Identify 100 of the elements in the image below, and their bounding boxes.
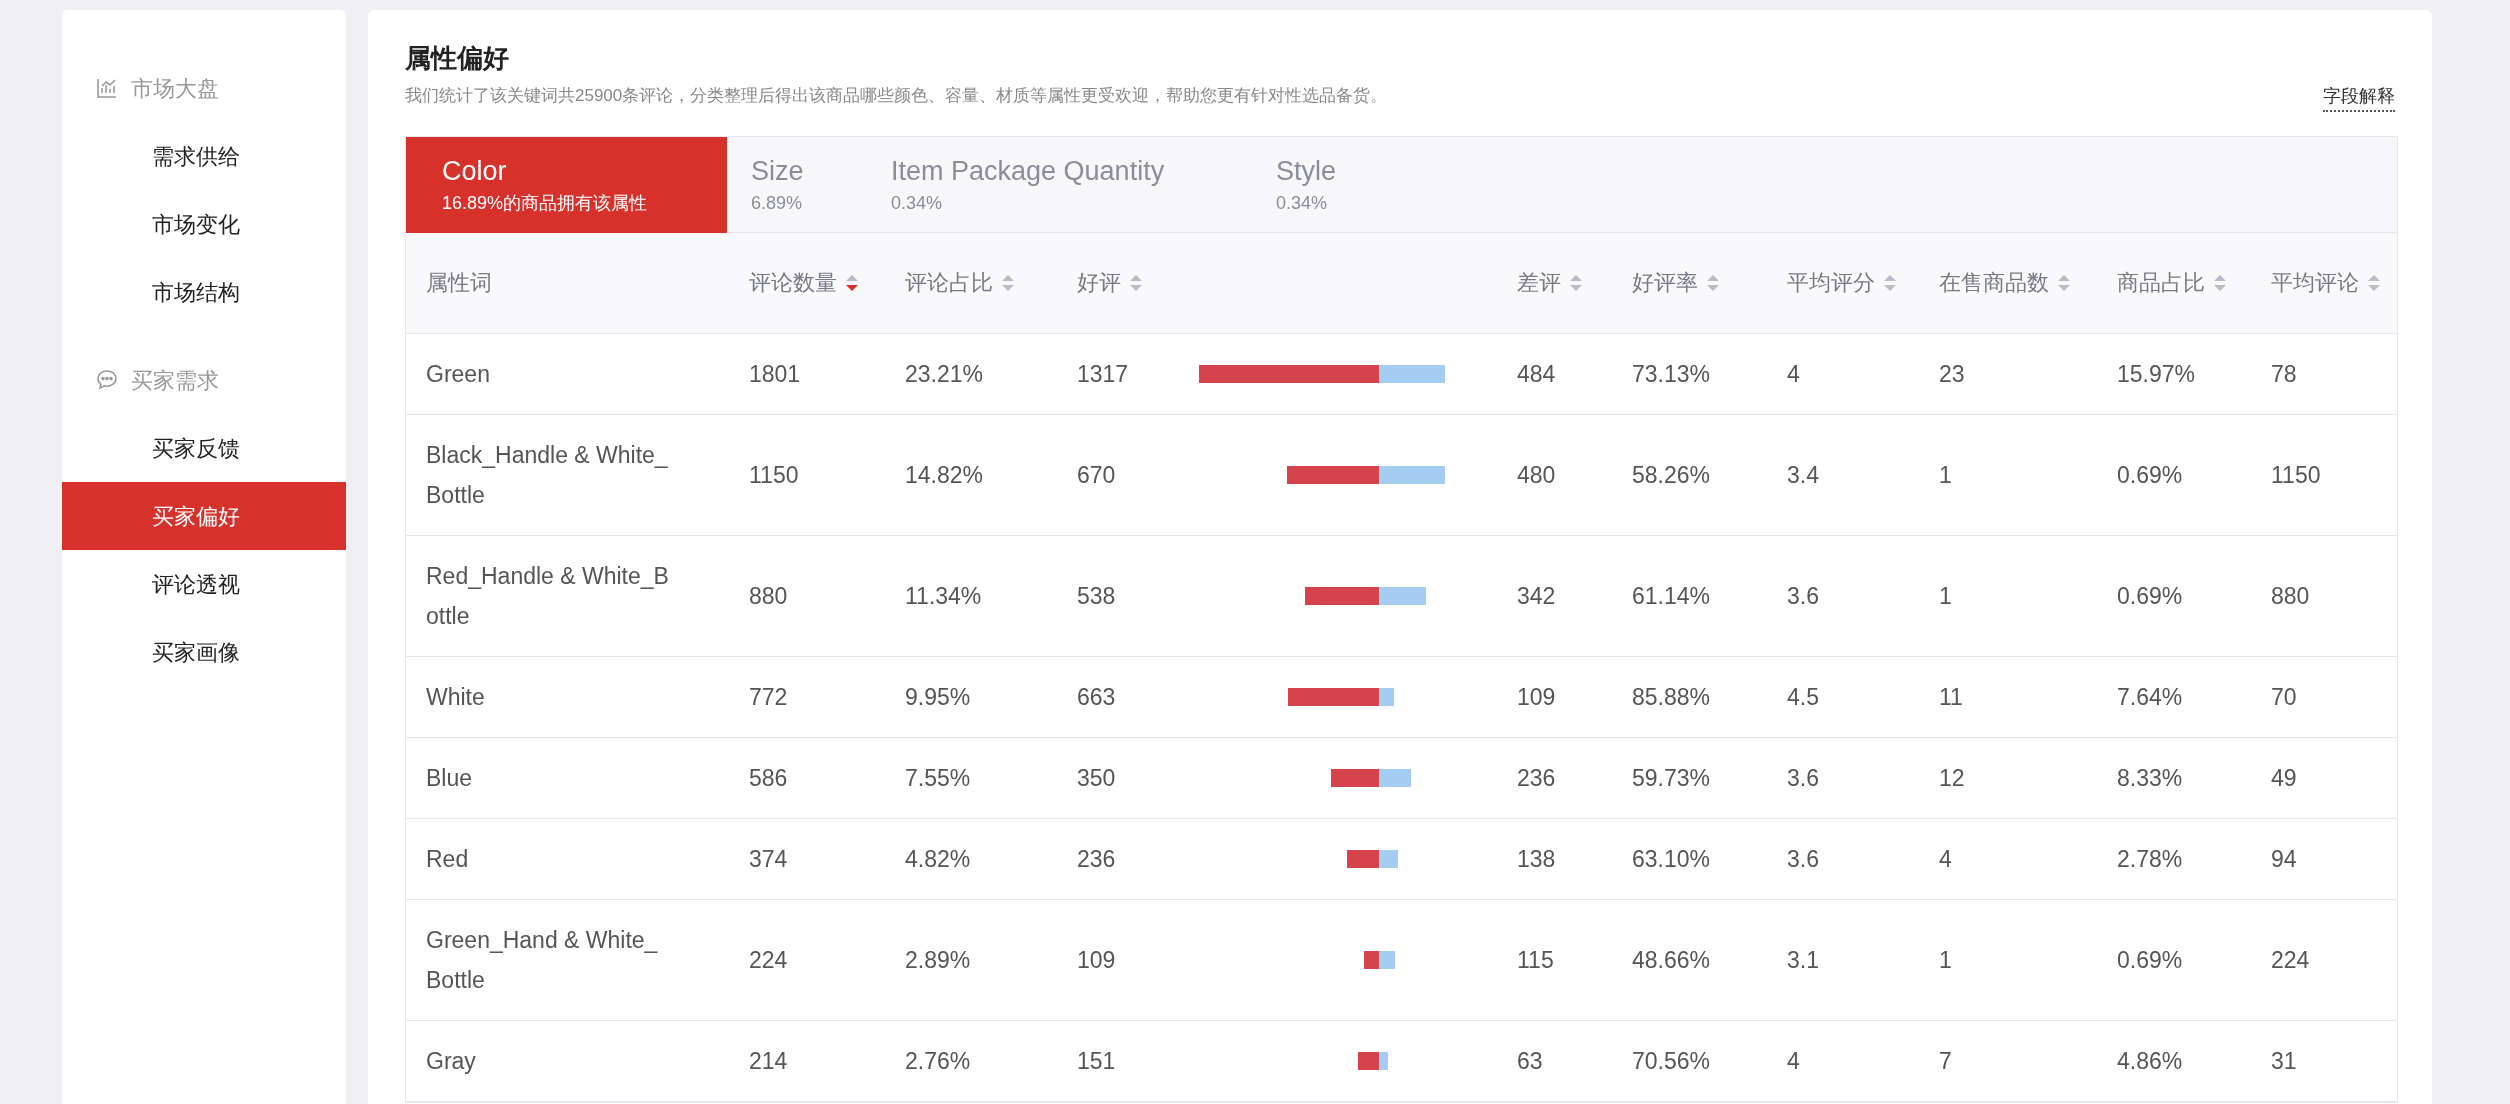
attribute-tab[interactable]: Color 16.89%的商品拥有该属性 <box>406 137 727 233</box>
table-cell-text: 4 <box>1786 359 1801 389</box>
table-cell-text: 85.88% <box>1631 682 1711 712</box>
sidebar-item[interactable]: 市场结构 <box>62 258 346 326</box>
table-cell-text: 7 <box>1938 1046 1953 1076</box>
table-cell-text: 61.14% <box>1631 581 1711 611</box>
table-cell-text: 2.89% <box>904 945 972 975</box>
table-cell-text: 0.69% <box>2116 460 2184 490</box>
table-cell-text: 663 <box>1076 682 1117 712</box>
table-cell-text: 1150 <box>2270 460 2322 490</box>
table-cell-text: 63 <box>1516 1046 1544 1076</box>
table-cell-text: 151 <box>1076 1046 1117 1076</box>
column-header: 评论占比 <box>905 269 993 298</box>
table-cell-text: 586 <box>748 763 789 793</box>
attribute-cell-text: Red_Handle & White_Bottle <box>425 561 670 631</box>
tab-label: Style <box>1276 155 1338 187</box>
table-cell-text: 115 <box>1516 945 1555 975</box>
table-cell-text: 670 <box>1076 460 1117 490</box>
attribute-cell-text: White <box>425 682 486 712</box>
table-cell-text: 49 <box>2270 763 2298 793</box>
table-cell-text: 2.76% <box>904 1046 972 1076</box>
sort-icon[interactable] <box>845 273 859 292</box>
table-cell-text: 94 <box>2270 844 2298 874</box>
panel-description: 我们统计了该关键词共25900条评论，分类整理后得出该商品哪些颜色、容量、材质等属性更受欢迎，帮助您更有针对性选品备货。 <box>405 85 1388 107</box>
table-cell-text: 538 <box>1076 581 1117 611</box>
chat-bubble-icon <box>95 368 119 392</box>
table-cell-text: 109 <box>1516 682 1557 712</box>
tab-share: 0.34% <box>1276 192 1329 215</box>
table-cell-text: 138 <box>1516 844 1557 874</box>
table-cell-text: 480 <box>1516 460 1557 490</box>
table-cell-text: 48.66% <box>1631 945 1711 975</box>
tab-label: Color <box>442 155 508 187</box>
column-header: 平均评分 <box>1787 269 1875 298</box>
table-cell-text: 73.13% <box>1631 359 1711 389</box>
table-cell-text: 15.97% <box>2116 359 2196 389</box>
table-cell-text: 23.21% <box>904 359 984 389</box>
table-cell-text: 59.73% <box>1631 763 1711 793</box>
table-cell-text: 1317 <box>1076 359 1130 389</box>
table-cell-text: 70.56% <box>1631 1046 1711 1076</box>
sidebar-group-label: 买家需求 <box>131 366 219 395</box>
table-cell-text: 3.6 <box>1786 581 1820 611</box>
tab-share: 16.89%的商品拥有该属性 <box>442 192 649 215</box>
table-cell-text: 63.10% <box>1631 844 1711 874</box>
table-cell-text: 23 <box>1938 359 1966 389</box>
sidebar-group-label: 市场大盘 <box>131 74 219 103</box>
table-cell-text: 2.78% <box>2116 844 2184 874</box>
table-cell-text: 236 <box>1076 844 1117 874</box>
table-cell-text: 11.34% <box>904 581 983 611</box>
tab-label: Size <box>751 155 805 187</box>
review-split-bar <box>1358 1051 1388 1070</box>
attribute-cell-text: Blue <box>425 763 474 793</box>
table-cell-text: 7.64% <box>2116 682 2184 712</box>
table-cell-text: 8.33% <box>2116 763 2184 793</box>
table-cell-text: 31 <box>2270 1046 2298 1076</box>
table-cell-text: 4.82% <box>904 844 972 874</box>
table-cell-text: 3.4 <box>1786 460 1820 490</box>
table-cell-text: 224 <box>748 945 789 975</box>
table-cell-text: 214 <box>748 1046 789 1076</box>
table-cell-text: 484 <box>1516 359 1557 389</box>
table-cell-text: 374 <box>748 844 789 874</box>
sidebar-item[interactable]: 评论透视 <box>62 550 346 618</box>
column-header: 好评 <box>1077 269 1121 298</box>
sidebar-item[interactable]: 买家画像 <box>62 618 346 686</box>
column-header: 属性词 <box>426 269 492 298</box>
table-cell-text: 0.69% <box>2116 581 2184 611</box>
table-cell-text: 0.69% <box>2116 945 2184 975</box>
sidebar-item[interactable]: 市场变化 <box>62 190 346 258</box>
table-cell-text: 1 <box>1938 945 1953 975</box>
table-cell-text: 350 <box>1076 763 1117 793</box>
tab-share: 6.89% <box>751 192 804 215</box>
sidebar-item[interactable]: 买家偏好 <box>62 482 346 550</box>
review-split-bar <box>1364 950 1395 969</box>
column-header: 好评率 <box>1632 269 1698 298</box>
table-cell-text: 880 <box>2270 581 2311 611</box>
chart-icon <box>95 76 119 100</box>
table-cell-text: 58.26% <box>1631 460 1711 490</box>
tab-share: 0.34% <box>891 192 944 215</box>
table-cell-text: 1801 <box>748 359 802 389</box>
table-cell-text: 4 <box>1786 1046 1801 1076</box>
table-cell-text: 880 <box>748 581 789 611</box>
column-header: 商品占比 <box>2117 269 2205 298</box>
table-cell-text: 7.55% <box>904 763 972 793</box>
table-cell-text: 4.5 <box>1786 682 1820 712</box>
field-explanation-link[interactable]: 字段解释 <box>2323 83 2395 112</box>
table-cell-text: 9.95% <box>904 682 972 712</box>
column-header: 在售商品数 <box>1939 269 2049 298</box>
table-cell-text: 70 <box>2270 682 2298 712</box>
table-cell-text: 342 <box>1516 581 1557 611</box>
table-cell-text: 224 <box>2270 945 2311 975</box>
attribute-cell-text: Red <box>425 844 470 874</box>
table-cell-text: 1150 <box>748 460 800 490</box>
table-cell-text: 1 <box>1938 581 1953 611</box>
table-cell-text: 14.82% <box>904 460 984 490</box>
attribute-cell-text: Green_Hand & White_Bottle <box>425 925 659 995</box>
sidebar-item[interactable]: 需求供给 <box>62 122 346 190</box>
table-cell-text: 4.86% <box>2116 1046 2184 1076</box>
table-cell-text: 4 <box>1938 844 1953 874</box>
sidebar-item[interactable]: 买家反馈 <box>62 414 346 482</box>
table-cell-text: 3.6 <box>1786 844 1820 874</box>
tab-label: Item Package Quantity <box>891 155 1166 187</box>
